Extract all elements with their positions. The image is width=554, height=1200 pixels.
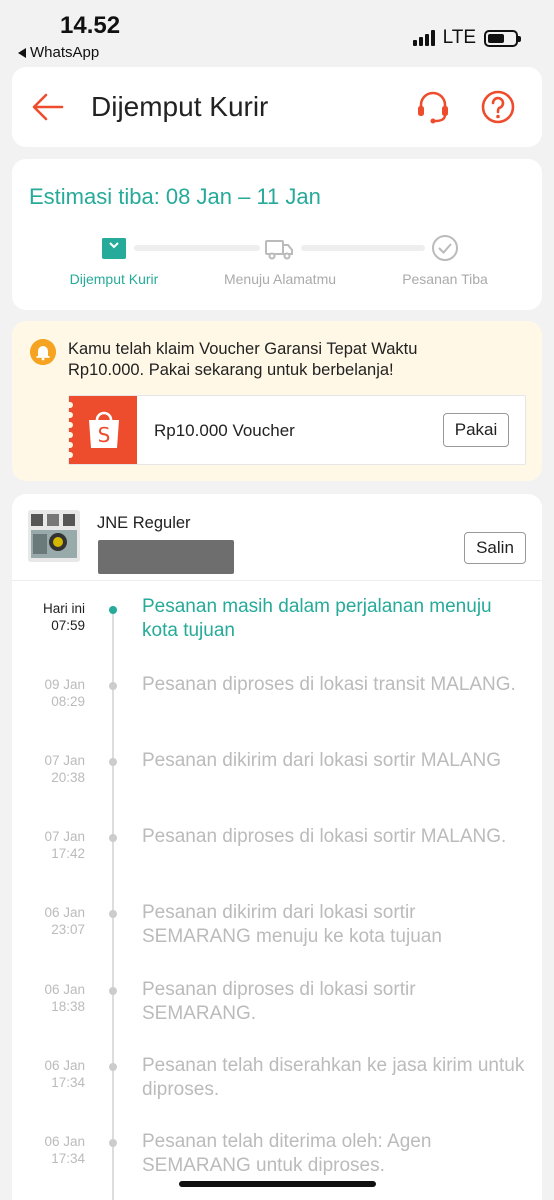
timeline-dot — [109, 682, 117, 690]
status-bar: 14.52 WhatsApp LTE — [0, 0, 554, 64]
step-label-arrived: Pesanan Tiba — [402, 271, 488, 287]
estimate-title: Estimasi tiba: 08 Jan – 11 Jan — [29, 184, 321, 209]
event-date: 06 Jan 18:38 — [44, 982, 85, 1014]
back-to-app-link[interactable]: WhatsApp — [18, 44, 99, 61]
timeline-dot — [109, 606, 117, 614]
event-date: Hari ini 07:59 — [42, 601, 85, 633]
timeline-dot — [109, 987, 117, 995]
network-label: LTE — [442, 27, 476, 48]
timeline-dot — [109, 910, 117, 918]
event-description: Pesanan masih dalam perjalanan menuju ko… — [142, 596, 492, 641]
delivery-estimate-card: Estimasi tiba: 08 Jan – 11 Jan Dijemput … — [12, 159, 542, 310]
event-description: Pesanan telah diserahkan ke jasa kirim u… — [142, 1055, 525, 1100]
package-icon — [102, 238, 126, 259]
tracking-card: JNE Reguler Salin Hari ini 07:59 Pesanan … — [12, 494, 542, 1200]
event-date: 06 Jan 17:34 — [44, 1134, 85, 1166]
event-description: Pesanan telah diterima oleh: Agen SEMARA… — [142, 1131, 432, 1176]
status-time: 14.52 — [60, 12, 121, 39]
timeline-dot — [109, 834, 117, 842]
voucher-name: Rp10.000 Voucher — [154, 421, 295, 440]
step-label-on-the-way: Menuju Alamatmu — [223, 271, 337, 287]
progress-line — [134, 245, 260, 251]
back-app-label: WhatsApp — [30, 44, 100, 61]
back-arrow-icon[interactable] — [30, 89, 66, 125]
headset-icon[interactable] — [413, 87, 453, 127]
timeline-dot — [109, 1139, 117, 1147]
event-date: 07 Jan 17:42 — [44, 829, 85, 861]
timeline-dot — [109, 1063, 117, 1071]
redacted-tracking-number — [98, 540, 234, 574]
shopee-bag-logo: S — [65, 396, 137, 464]
divider — [12, 580, 542, 581]
delivery-progress: Dijemput Kurir Menuju Alamatmu Pesanan T… — [12, 231, 542, 301]
courier-thumbnail — [28, 510, 80, 562]
svg-text:S: S — [98, 423, 111, 447]
voucher-banner: Kamu telah klaim Voucher Garansi Tepat W… — [12, 321, 542, 481]
page-header: Dijemput Kurir — [12, 67, 542, 147]
voucher-ticket[interactable]: S Rp10.000 Voucher Pakai — [65, 395, 526, 465]
home-indicator[interactable] — [179, 1181, 376, 1187]
step-label-picked-up: Dijemput Kurir — [69, 271, 159, 287]
timeline-line — [112, 606, 114, 1200]
copy-tracking-button[interactable]: Salin — [464, 532, 526, 564]
help-icon[interactable] — [478, 87, 518, 127]
event-description: Pesanan diproses di lokasi sortir SEMARA… — [142, 979, 416, 1024]
truck-icon — [265, 240, 293, 260]
event-date: 07 Jan 20:38 — [44, 753, 85, 785]
bell-icon — [30, 339, 56, 365]
use-voucher-button[interactable]: Pakai — [443, 413, 509, 447]
timeline-dot — [109, 758, 117, 766]
back-triangle-icon — [18, 47, 26, 58]
event-description: Pesanan dikirim dari lokasi sortir MALAN… — [142, 750, 502, 771]
battery-icon — [484, 29, 521, 47]
check-circle-icon — [432, 235, 458, 261]
event-date: 06 Jan 17:34 — [44, 1058, 85, 1090]
event-date: 06 Jan 23:07 — [44, 905, 85, 937]
event-description: Pesanan diproses di lokasi transit MALAN… — [142, 674, 516, 695]
page-title: Dijemput Kurir — [91, 91, 269, 122]
signal-icon — [412, 30, 435, 46]
progress-line — [301, 245, 425, 251]
status-indicators: LTE — [412, 27, 521, 49]
event-description: Pesanan dikirim dari lokasi sortir SEMAR… — [142, 902, 442, 947]
event-date: 09 Jan 08:29 — [44, 677, 85, 709]
courier-name: JNE Reguler — [97, 514, 191, 532]
voucher-message: Kamu telah klaim Voucher Garansi Tepat W… — [68, 340, 418, 379]
event-description: Pesanan diproses di lokasi sortir MALANG… — [142, 826, 507, 847]
